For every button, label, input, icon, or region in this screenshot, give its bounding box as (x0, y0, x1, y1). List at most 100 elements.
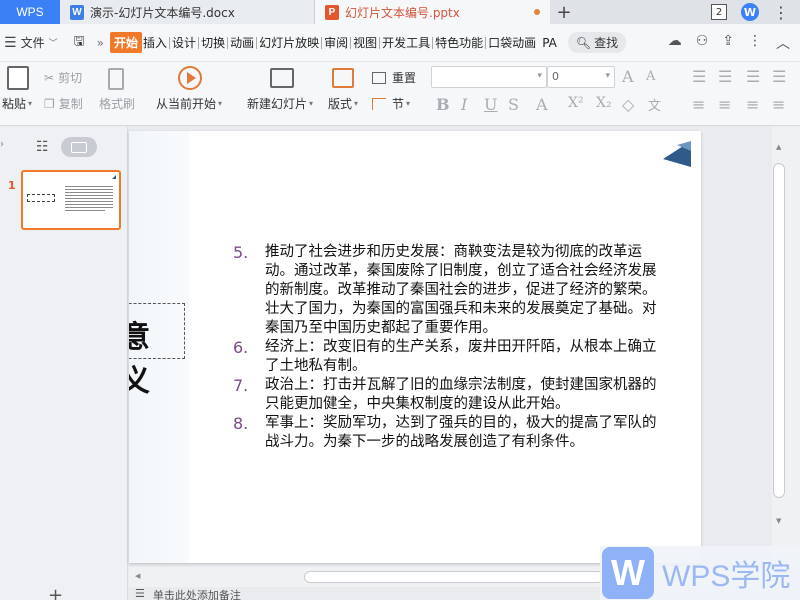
numbered-list[interactable]: 5. 推动了社会进步和历史发展：商鞅变法是较为彻底的改革运动。通过改革，秦国废除… (233, 243, 663, 452)
reset-button[interactable]: 重置 (372, 69, 416, 86)
tab-home[interactable]: 开始 (110, 32, 143, 53)
window-count-badge[interactable]: 2 (711, 4, 727, 20)
expand-icon[interactable]: » (97, 36, 104, 50)
superscript-icon[interactable]: X² (568, 95, 584, 111)
decrease-indent-icon[interactable]: ☰ (746, 67, 760, 86)
add-slide-icon[interactable]: + (48, 585, 63, 600)
layout-icon[interactable] (332, 68, 354, 88)
collapse-panel-icon[interactable]: › (0, 139, 4, 150)
notes-pane[interactable]: ☰ 单击此处添加备注 (129, 587, 600, 600)
share-icon[interactable]: ⇪ (722, 33, 734, 53)
thumbnail-text-line (65, 210, 105, 211)
tab-transitions[interactable]: 切换 (200, 34, 226, 51)
chevron-down-icon: ▾ (537, 71, 542, 81)
thumbnail-text-line (65, 207, 113, 208)
scroll-down-icon[interactable]: ▼ (776, 517, 781, 525)
tab-pptx[interactable]: P 幻灯片文本编号.pptx (315, 0, 550, 24)
tab-insert[interactable]: 插入 (142, 34, 168, 51)
account-avatar[interactable]: W (741, 3, 759, 21)
tab-design[interactable]: 设计 (171, 34, 197, 51)
tab-developer[interactable]: 开发工具 (381, 34, 431, 51)
list-number: 7. (233, 376, 249, 395)
font-color-icon[interactable]: A (536, 95, 548, 114)
tab-animations[interactable]: 动画 (229, 34, 255, 51)
format-painter-button[interactable]: 格式刷 (99, 95, 135, 112)
justify-icon[interactable]: ≡ (772, 95, 785, 114)
copy-button[interactable]: ❐ 复制 (44, 95, 83, 112)
wps-academy-watermark: W WPS学院 (600, 546, 800, 600)
vertical-scrollbar[interactable]: ▲ ▼ (772, 127, 800, 567)
cut-button[interactable]: ✂ 剪切 (44, 69, 82, 86)
underline-icon[interactable]: U (484, 95, 497, 114)
more-menu-icon[interactable]: ⋮ (773, 3, 790, 22)
font-family-select[interactable]: ▾ (431, 66, 547, 88)
section-button[interactable]: 节 ▾ (372, 95, 410, 112)
slide-canvas: 意义 5. 推动了社会进步和历史发展：商鞅变法是较为彻底的改革运动。通过改革，秦… (129, 127, 772, 567)
search-button[interactable]: 🔍︎ 查找 (567, 32, 627, 53)
caret-icon: ▾ (406, 99, 411, 108)
paste-icon[interactable] (7, 66, 29, 90)
bullets-icon[interactable]: ☰ (692, 67, 706, 86)
scroll-up-icon[interactable]: ▲ (776, 143, 781, 151)
more-icon[interactable]: ⋮ (748, 33, 762, 53)
bold-icon[interactable]: B (436, 95, 450, 114)
font-size-value: 0 (552, 70, 559, 83)
numbering-icon[interactable]: ☰ (718, 67, 732, 86)
increase-indent-icon[interactable]: ☰ (772, 67, 786, 86)
wps-home-tab[interactable]: WPS (0, 0, 60, 24)
divider (227, 36, 229, 49)
format-painter-icon[interactable] (108, 68, 124, 90)
corner-triangle-icon (663, 141, 691, 167)
new-slide-icon[interactable] (270, 68, 294, 88)
save-icon[interactable]: 🖫 (74, 32, 85, 54)
divider (198, 36, 200, 49)
vertical-scroll-thumb[interactable] (773, 163, 785, 498)
new-slide-label: 新建幻灯片 (247, 97, 308, 111)
list-text: 推动了社会进步和历史发展：商鞅变法是较为彻底的改革运动。通过改革，秦国废除了旧制… (265, 244, 657, 336)
align-left-icon[interactable]: ≡ (692, 95, 705, 114)
strikethrough-icon[interactable]: S (508, 95, 519, 114)
thumbnail-corner-icon (112, 175, 116, 179)
tab-slideshow[interactable]: 幻灯片放映 (258, 34, 320, 51)
list-number: 6. (233, 338, 249, 357)
hamburger-icon[interactable]: ☰ (4, 35, 17, 51)
tab-pocket-animation[interactable]: 口袋动画 (487, 34, 537, 51)
font-size-select[interactable]: 0 ▾ (547, 66, 615, 88)
share-user-icon[interactable]: ⚇ (696, 33, 709, 53)
tab-docx-label: 演示-幻灯片文本编号.docx (90, 5, 235, 20)
increase-font-icon[interactable]: A (622, 67, 634, 86)
tab-docx[interactable]: W 演示-幻灯片文本编号.docx (60, 0, 315, 24)
layout-button[interactable]: 版式 ▾ (328, 95, 358, 112)
tab-features[interactable]: 特色功能 (434, 34, 484, 51)
align-right-icon[interactable]: ≡ (746, 95, 759, 114)
play-icon[interactable] (178, 66, 202, 90)
horizontal-scroll-thumb[interactable] (304, 571, 604, 583)
tab-view[interactable]: 视图 (352, 34, 378, 51)
phonetic-icon[interactable]: 文 (648, 95, 661, 114)
clear-format-icon[interactable]: ◇ (622, 95, 634, 114)
slide[interactable]: 意义 5. 推动了社会进步和历史发展：商鞅变法是较为彻底的改革运动。通过改革，秦… (129, 131, 701, 563)
new-slide-button[interactable]: 新建幻灯片 ▾ (247, 95, 313, 112)
italic-icon[interactable]: I (461, 95, 467, 114)
paste-button[interactable]: 粘贴 ▾ (2, 95, 32, 112)
slide-title-placeholder[interactable]: 意义 (129, 303, 185, 399)
new-tab-button[interactable]: + (550, 0, 578, 24)
search-icon: 🔍︎ (575, 35, 592, 50)
collapse-ribbon-icon[interactable]: ︿ (776, 33, 790, 53)
slide-thumbnail[interactable] (21, 170, 121, 230)
reset-icon (372, 71, 386, 84)
decrease-font-icon[interactable]: A (646, 69, 655, 84)
list-item: 8. 军事上：奖励军功，达到了强兵的目的，极大的提高了军队的战斗力。为秦下一步的… (233, 414, 663, 452)
tab-pa[interactable]: PA (541, 36, 558, 50)
file-menu[interactable]: 文件 ﹀ (21, 34, 58, 51)
section-label: 节 (392, 97, 405, 111)
subscript-icon[interactable]: X₂ (596, 95, 612, 111)
scroll-left-icon[interactable]: ◀ (135, 572, 140, 580)
slides-view-tab[interactable] (60, 137, 97, 157)
cloud-icon[interactable]: ☁ (668, 33, 682, 53)
align-center-icon[interactable]: ≡ (718, 95, 731, 114)
tab-review[interactable]: 审阅 (323, 34, 349, 51)
outline-view-tab[interactable]: ☷ (36, 139, 49, 155)
search-label: 查找 (594, 36, 619, 50)
play-from-current-button[interactable]: 从当前开始 ▾ (156, 95, 222, 112)
